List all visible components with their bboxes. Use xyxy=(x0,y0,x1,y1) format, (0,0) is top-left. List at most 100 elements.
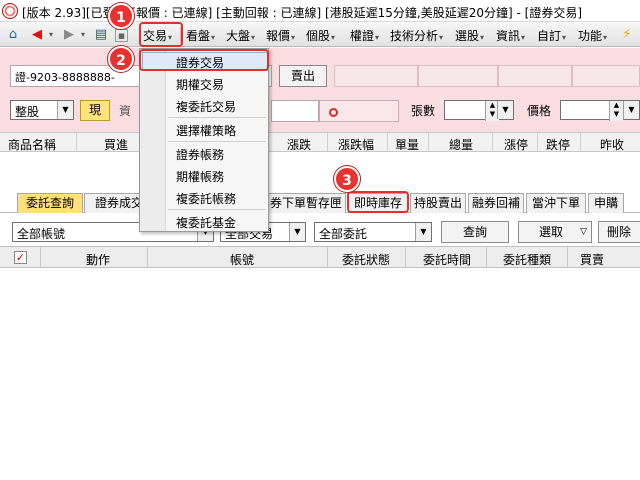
column-divider xyxy=(492,133,493,152)
column-divider xyxy=(567,247,568,268)
market-type-value: 整股 xyxy=(15,105,40,119)
tab-short-cover[interactable]: 融券回補 xyxy=(468,193,524,213)
column-header: 單量 xyxy=(395,138,420,152)
menu-item-sub-brokerage-accounts[interactable]: 複委託帳務 xyxy=(176,190,236,207)
menu-item-sub-brokerage-funds[interactable]: 複委託基金 xyxy=(176,214,236,231)
column-header: 委託時間 xyxy=(423,253,472,267)
column-divider xyxy=(405,247,406,268)
column-header: 委託種類 xyxy=(503,253,552,267)
column-divider xyxy=(387,133,388,152)
menu-bar: ⌂ ◀ ▾ ▶ ▾ ▤ ▪ 交易▾ 看盤▾ 大盤▾ 報價▾ 個股▾ 權證▾ 技術… xyxy=(0,23,640,47)
column-divider xyxy=(327,247,328,268)
info-cell xyxy=(498,65,572,87)
column-divider xyxy=(537,133,538,152)
stock-code-field[interactable] xyxy=(271,100,319,122)
column-header: 漲跌 xyxy=(287,138,312,152)
query-button[interactable]: 查詢 xyxy=(441,221,509,243)
menu-item-futures-options-accounts[interactable]: 期權帳務 xyxy=(176,168,224,185)
column-header: 跌停 xyxy=(546,138,571,152)
menu-technical-analysis[interactable]: 技術分析▾ xyxy=(390,27,443,44)
trade-dropdown-menu: 證券交易 期權交易 複委託交易 選擇權策略 證券帳務 期權帳務 複委託帳務 複委… xyxy=(139,48,269,232)
chevron-down-icon[interactable]: ▼ xyxy=(623,101,639,119)
column-header: 漲跌幅 xyxy=(338,138,375,152)
home-icon[interactable]: ⌂ xyxy=(4,26,22,44)
menu-separator xyxy=(168,141,266,142)
quantity-label: 張數 xyxy=(411,104,436,118)
chevron-down-icon[interactable]: ▼ xyxy=(497,101,513,119)
delete-button[interactable]: 刪除 xyxy=(598,221,640,243)
quantity-input[interactable]: ▲ ▼ ▼ xyxy=(444,100,514,121)
step-2-badge: 2 xyxy=(108,46,134,72)
menu-stock-picker[interactable]: 選股▾ xyxy=(455,27,484,44)
select-all-checkbox[interactable]: ✓ xyxy=(14,251,27,264)
column-header: 漲停 xyxy=(504,138,529,152)
cash-order-button[interactable]: 現 xyxy=(80,100,110,121)
chevron-down-icon: ▼ xyxy=(57,101,73,119)
tab-ipo-subscription[interactable]: 申購 xyxy=(588,193,624,213)
back-dropdown-icon[interactable]: ▾ xyxy=(42,26,60,44)
column-divider xyxy=(40,247,41,268)
select-button[interactable]: 選取 ▽ xyxy=(518,221,592,243)
step-1-badge: 1 xyxy=(108,3,134,29)
column-divider xyxy=(147,247,148,268)
menu-custom[interactable]: 自訂▾ xyxy=(537,27,566,44)
column-divider xyxy=(486,247,487,268)
highlight-box-trade-menu xyxy=(139,22,183,47)
print-icon[interactable]: ▤ xyxy=(92,26,110,44)
menu-functions[interactable]: 功能▾ xyxy=(578,27,607,44)
menu-warrants[interactable]: 權證▾ xyxy=(350,27,379,44)
chevron-down-icon: ▼ xyxy=(289,223,305,241)
status-dot-icon xyxy=(329,108,338,117)
menu-info[interactable]: 資訊▾ xyxy=(496,27,525,44)
highlight-box-stock-trading xyxy=(139,49,269,71)
menu-watch[interactable]: 看盤▾ xyxy=(186,27,215,44)
market-type-select[interactable]: 整股 ▼ xyxy=(10,100,74,120)
order-panel: 證-9203-8888888- 賣出 整股 ▼ 現 資 張數 ▲ ▼ ▼ 價格 ▲… xyxy=(0,48,640,132)
menu-separator xyxy=(168,117,266,118)
menu-item-sub-brokerage-trading[interactable]: 複委託交易 xyxy=(176,98,236,115)
forward-dropdown-icon[interactable]: ▾ xyxy=(74,26,92,44)
select-button-label: 選取 xyxy=(539,225,564,239)
chevron-down-icon: ▼ xyxy=(415,223,431,241)
column-header: 昨收 xyxy=(600,138,625,152)
funding-option[interactable]: 資 xyxy=(119,102,131,119)
chevron-down-icon: ▽ xyxy=(580,227,587,237)
column-header: 買進 xyxy=(104,138,129,152)
column-divider xyxy=(428,133,429,152)
price-spinner-icon[interactable]: ▲ ▼ xyxy=(609,101,623,121)
sell-button[interactable]: 賣出 xyxy=(279,65,327,87)
price-input[interactable]: ▲ ▼ ▼ xyxy=(560,100,640,121)
quote-table-header: 商品名稱 買進 漲跌 漲跌幅 單量 總量 漲停 跌停 昨收 xyxy=(0,132,640,152)
tab-day-trade[interactable]: 當沖下單 xyxy=(526,193,586,213)
column-divider xyxy=(76,133,77,152)
column-header: 總量 xyxy=(449,138,474,152)
orders-table-header: ✓ 動作 帳號 委託狀態 委託時間 委託種類 買賣 xyxy=(0,246,640,268)
menu-item-stock-accounts[interactable]: 證券帳務 xyxy=(176,146,224,163)
account-filter-value: 全部帳號 xyxy=(17,227,66,241)
info-cell xyxy=(418,65,498,87)
menu-icon-gutter xyxy=(140,49,166,231)
column-header: 商品名稱 xyxy=(8,138,57,152)
function-tabs: 委託查詢 證券成交 券下單暫存匣 即時庫存 持股賣出 融券回補 當沖下單 申購 xyxy=(0,193,640,213)
menu-market[interactable]: 大盤▾ xyxy=(226,27,255,44)
menu-item-options-strategy[interactable]: 選擇權策略 xyxy=(176,122,236,139)
window-icon[interactable]: ▪ xyxy=(115,29,128,42)
info-cell xyxy=(572,65,640,87)
lightning-icon[interactable]: ⚡ xyxy=(618,26,636,44)
menu-quotes[interactable]: 報價▾ xyxy=(266,27,295,44)
column-header: 動作 xyxy=(86,253,111,267)
step-3-badge: 3 xyxy=(334,166,360,192)
order-status-value: 全部委託 xyxy=(319,227,368,241)
tab-order-drafts[interactable]: 券下單暫存匣 xyxy=(266,193,346,213)
quote-table-body xyxy=(0,152,640,192)
order-status-select[interactable]: 全部委託 ▼ xyxy=(314,222,432,242)
menu-separator xyxy=(168,209,266,210)
menu-stock[interactable]: 個股▾ xyxy=(306,27,335,44)
tab-sell-holdings[interactable]: 持股賣出 xyxy=(410,193,466,213)
highlight-box-realtime-inventory xyxy=(347,191,409,213)
title-bar: [版本 2.93][已登入][報價 : 已連線] [主動回報 : 已連線] [港… xyxy=(0,0,640,22)
price-label: 價格 xyxy=(527,104,552,118)
tab-order-query[interactable]: 委託查詢 xyxy=(17,193,83,213)
orders-table-body xyxy=(0,268,640,480)
menu-item-futures-options-trading[interactable]: 期權交易 xyxy=(176,76,224,93)
